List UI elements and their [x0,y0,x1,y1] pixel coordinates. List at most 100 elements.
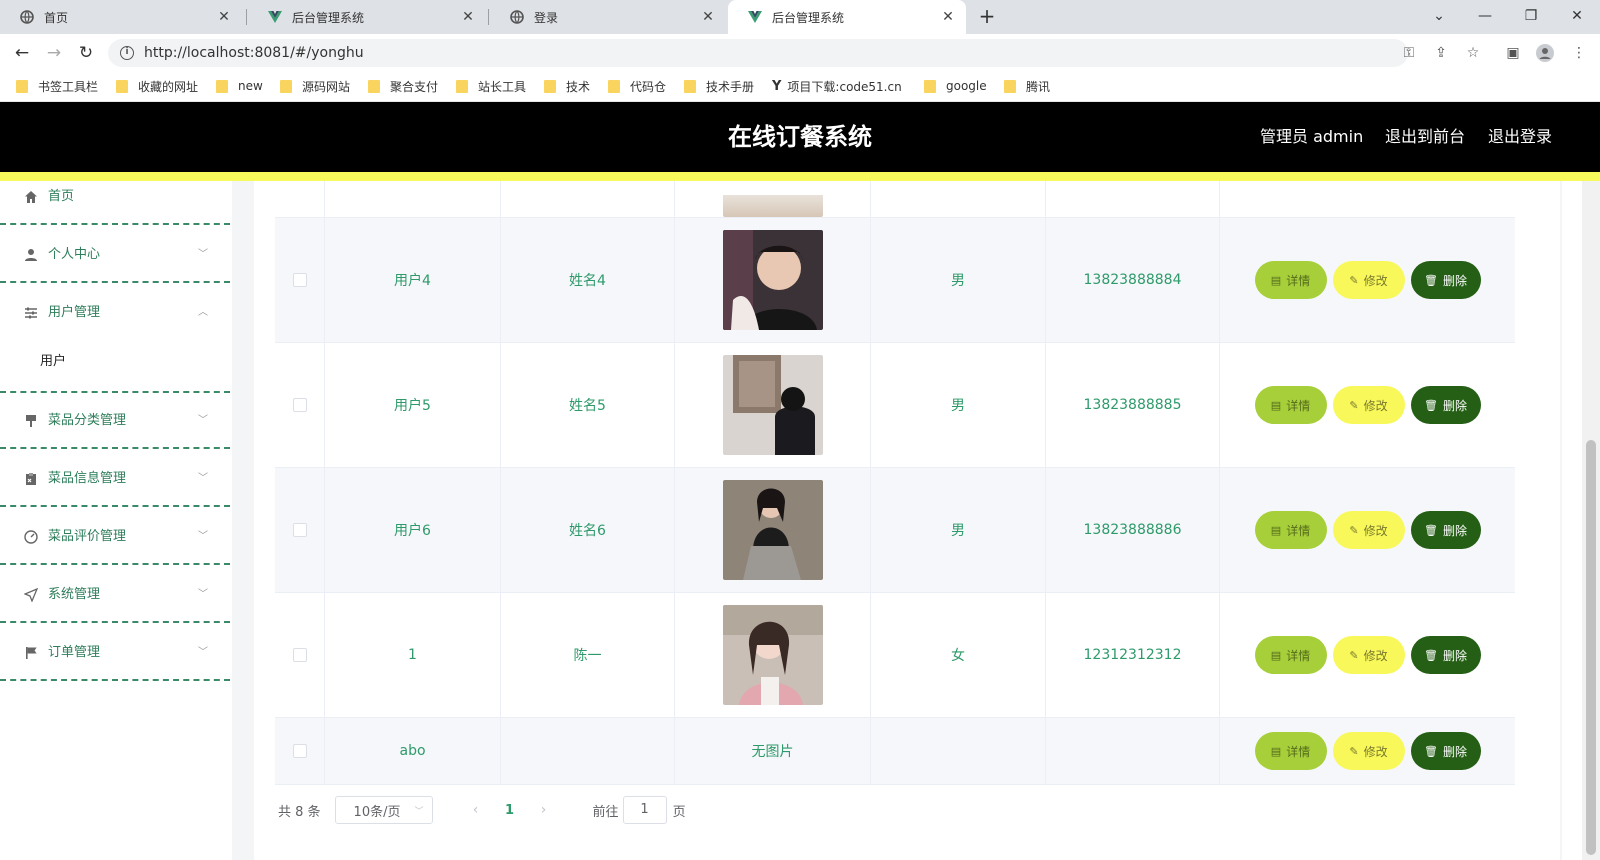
pagination-total: 共 8 条 [278,804,321,820]
sidebar-item-dish-category[interactable]: 菜品分类管理 ﹀ [0,393,230,449]
close-tab-icon[interactable]: ✕ [216,9,232,25]
document-icon: ▤ [1270,273,1282,287]
minimize-icon[interactable]: — [1462,0,1508,32]
row-checkbox[interactable] [292,398,307,412]
reload-icon[interactable]: ↻ [74,41,98,65]
folder-icon [280,79,292,93]
back-icon[interactable]: ← [10,41,34,65]
chevron-down-icon: ﹀ [198,647,208,658]
edit-button[interactable]: ✎ 修改 [1332,261,1405,299]
delete-button[interactable]: 🗑 删除 [1410,511,1481,549]
avatar-photo[interactable] [722,230,823,330]
page-number-current[interactable]: 1 [495,803,525,818]
bookmark-item[interactable]: 技术手册 [684,77,754,95]
bookmark-item[interactable]: 源码网站 [280,77,350,95]
delete-button[interactable]: 🗑 删除 [1410,636,1481,674]
address-toolbar: ← → ↻ i http://localhost:8081/#/yonghu ⚿… [0,34,1600,70]
bookmark-item[interactable]: 书签工具栏 [16,77,98,95]
prev-page-icon[interactable]: ‹ [461,802,491,818]
document-icon: ▤ [1270,398,1282,412]
folder-icon [216,79,228,93]
detail-button[interactable]: ▤ 详情 [1254,636,1327,674]
home-icon [24,169,38,225]
sidebar-item-dish-review[interactable]: 菜品评价管理 ﹀ [0,509,230,565]
chevron-down-icon: ﹀ [198,473,208,484]
window-close-icon[interactable]: ✕ [1554,0,1600,32]
delete-button[interactable]: 🗑 删除 [1410,732,1481,770]
document-icon: ▤ [1270,523,1282,537]
row-checkbox[interactable] [292,648,307,662]
profile-icon[interactable] [1536,44,1554,62]
close-tab-icon[interactable]: ✕ [940,9,956,25]
bookmark-item[interactable]: 技术 [544,77,590,95]
star-icon[interactable]: ☆ [1464,44,1482,62]
close-tab-icon[interactable]: ✕ [700,9,716,25]
folder-icon [924,79,936,93]
detail-button[interactable]: ▤ 详情 [1254,386,1327,424]
cell-phone: 13823888886 [1046,468,1220,592]
sidebar-subitem-user[interactable]: 用户 [0,337,230,387]
sidebar-item-dish-info[interactable]: 菜品信息管理 ﹀ [0,451,230,507]
admin-user-label: 管理员 admin [1260,127,1364,146]
cell-phone: 12312312312 [1046,593,1220,717]
share-icon[interactable]: ⇪ [1432,44,1450,62]
menu-kebab-icon[interactable]: ⋮ [1570,44,1588,62]
logout-link[interactable]: 退出登录 [1488,102,1552,172]
goto-page-input[interactable]: 1 [622,796,667,824]
delete-button[interactable]: 🗑 删除 [1410,261,1481,299]
bookmark-item[interactable]: google [924,77,987,95]
site-info-icon[interactable]: i [120,46,134,60]
edit-button[interactable]: ✎ 修改 [1332,732,1405,770]
row-checkbox[interactable] [292,273,307,287]
url-bar[interactable]: i http://localhost:8081/#/yonghu [108,39,1408,67]
tab-separator [246,9,247,25]
cell-gender [871,718,1046,784]
edit-button[interactable]: ✎ 修改 [1332,636,1405,674]
browser-tab-strip: 首页 ✕ 后台管理系统 ✕ 登录 ✕ 后台管理系统 ✕ + ⌄ — ❐ ✕ [0,0,1600,34]
key-icon[interactable]: ⚿ [1400,44,1418,62]
detail-button[interactable]: ▤ 详情 [1254,732,1327,770]
detail-button[interactable]: ▤ 详情 [1254,261,1327,299]
restore-icon[interactable]: ❐ [1508,0,1554,32]
sidebar-item-personal-center[interactable]: 个人中心 ﹀ [0,227,230,283]
detail-button[interactable]: ▤ 详情 [1254,511,1327,549]
cell-name: 陈一 [501,593,675,717]
bookmark-item[interactable]: 站长工具 [456,77,526,95]
avatar-photo[interactable] [722,480,823,580]
bookmark-item[interactable]: 代码仓 [608,77,666,95]
browser-tab[interactable]: 后台管理系统 ✕ [248,0,486,34]
back-to-front-link[interactable]: 退出到前台 [1385,102,1465,172]
cell-username: 1 [325,593,501,717]
bookmark-item[interactable]: Y 项目下载:code51.cn [772,77,902,95]
avatar-photo[interactable] [722,605,823,705]
bookmark-item[interactable]: 腾讯 [1004,77,1050,95]
browser-tab[interactable]: 登录 ✕ [490,0,726,34]
bookmark-item[interactable]: new [216,77,263,95]
chevron-up-icon: ︿ [198,307,208,318]
delete-button[interactable]: 🗑 删除 [1410,386,1481,424]
page-size-select[interactable]: 10条/页 ﹀ [334,796,433,824]
scrollbar-thumb[interactable] [1586,440,1596,855]
browser-tab[interactable]: 首页 ✕ [0,0,242,34]
folder-icon [608,79,620,93]
sidebar-item-user-management[interactable]: 用户管理 ︿ 用户 [0,285,230,393]
sidebar-item-orders[interactable]: 订单管理 ﹀ [0,625,230,681]
edit-button[interactable]: ✎ 修改 [1332,386,1405,424]
row-checkbox[interactable] [292,523,307,537]
bookmark-item[interactable]: 聚合支付 [368,77,438,95]
main-content: 用户4 姓名4 男 13823888884 ▤ 详情 ✎ 修改 🗑 删除 用户5… [232,181,1562,860]
sidepanel-icon[interactable]: ▣ [1504,44,1522,62]
new-tab-icon[interactable]: + [976,6,998,28]
edit-button[interactable]: ✎ 修改 [1332,511,1405,549]
row-checkbox[interactable] [292,744,307,758]
bookmark-item[interactable]: 收藏的网址 [116,77,198,95]
forward-icon[interactable]: → [42,41,66,65]
cell-username: abo [325,718,501,784]
close-tab-icon[interactable]: ✕ [460,9,476,25]
tab-search-icon[interactable]: ⌄ [1416,0,1462,32]
browser-tab-active[interactable]: 后台管理系统 ✕ [728,0,966,34]
sidebar-item-home[interactable]: 首页 [0,169,230,225]
sidebar-item-system[interactable]: 系统管理 ﹀ [0,567,230,623]
next-page-icon[interactable]: › [529,802,559,818]
avatar-photo[interactable] [722,355,823,455]
